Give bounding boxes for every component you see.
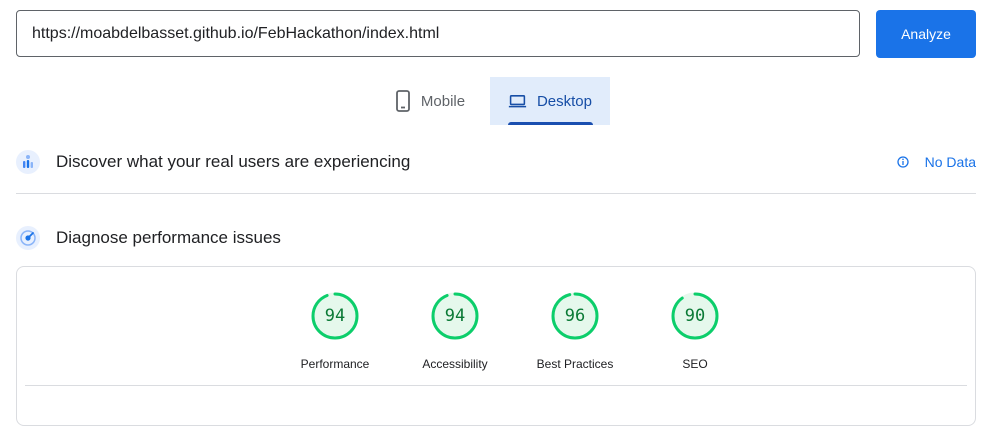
lab-data-header: Diagnose performance issues bbox=[16, 222, 976, 254]
gauge-best-practices[interactable]: 96 Best Practices bbox=[515, 291, 635, 371]
info-icon bbox=[896, 156, 909, 168]
analyze-button[interactable]: Analyze bbox=[876, 10, 976, 58]
gauge-label: Best Practices bbox=[536, 357, 614, 371]
field-data-title: Discover what your real users are experi… bbox=[56, 152, 411, 171]
phone-icon bbox=[396, 90, 410, 112]
gauge-accessibility[interactable]: 94 Accessibility bbox=[395, 291, 515, 371]
gauge-circle: 90 bbox=[670, 291, 720, 341]
no-data-link[interactable]: No Data bbox=[896, 146, 976, 178]
gauge-label: SEO bbox=[682, 357, 708, 371]
gauge-label: Performance bbox=[300, 357, 370, 371]
lab-data-title: Diagnose performance issues bbox=[56, 228, 281, 247]
gauge-score: 94 bbox=[324, 306, 346, 326]
section-divider bbox=[16, 193, 976, 194]
tab-selected-indicator bbox=[508, 122, 593, 125]
url-input[interactable] bbox=[16, 10, 860, 57]
score-gauges: 94 Performance 94 Accessibility 96 Best … bbox=[275, 291, 755, 371]
device-tabs: Mobile Desktop bbox=[370, 77, 610, 125]
tab-desktop-label: Desktop bbox=[536, 92, 592, 110]
gauge-score: 90 bbox=[684, 306, 706, 326]
real-users-icon bbox=[16, 150, 40, 174]
tab-desktop[interactable]: Desktop bbox=[490, 77, 610, 125]
diagnose-icon bbox=[16, 226, 40, 250]
gauge-seo[interactable]: 90 SEO bbox=[635, 291, 755, 371]
gauge-performance[interactable]: 94 Performance bbox=[275, 291, 395, 371]
gauge-label: Accessibility bbox=[422, 357, 488, 371]
gauge-circle: 94 bbox=[430, 291, 480, 341]
gauge-score: 96 bbox=[564, 306, 586, 326]
laptop-icon bbox=[508, 95, 527, 108]
gauge-score: 94 bbox=[444, 306, 466, 326]
gauge-circle: 94 bbox=[310, 291, 360, 341]
card-divider bbox=[25, 385, 967, 386]
tab-mobile-label: Mobile bbox=[420, 92, 466, 110]
no-data-label: No Data bbox=[924, 154, 976, 170]
tab-mobile[interactable]: Mobile bbox=[370, 77, 490, 125]
scores-card: 94 Performance 94 Accessibility 96 Best … bbox=[16, 266, 976, 426]
field-data-header: Discover what your real users are experi… bbox=[16, 146, 976, 178]
gauge-circle: 96 bbox=[550, 291, 600, 341]
